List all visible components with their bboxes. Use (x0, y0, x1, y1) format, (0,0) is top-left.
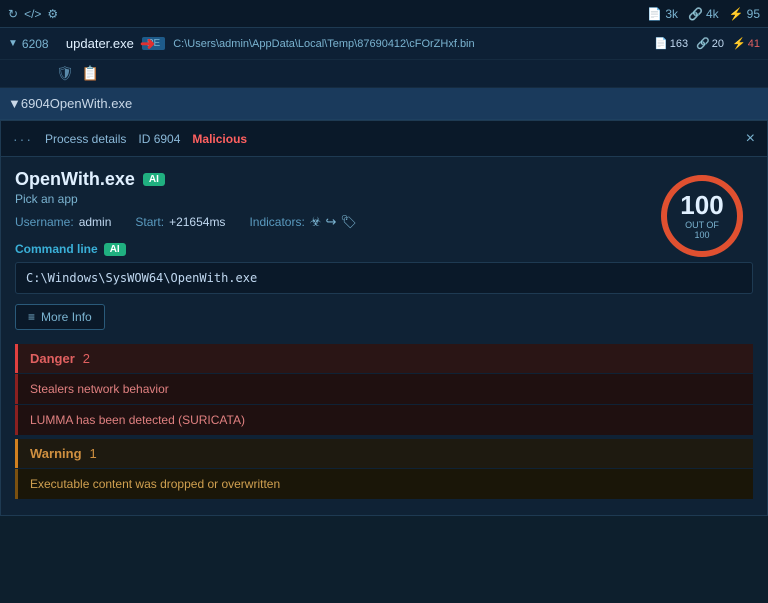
annotation-arrow: ➜ (140, 33, 155, 54)
start-item: Start: +21654ms (135, 215, 225, 229)
link-icon: 🔗 (688, 7, 703, 21)
score-circle: 100 OUT OF 100 (657, 171, 747, 261)
process2-pid: 6904 (21, 96, 50, 111)
indicators-item: Indicators: ☣ ↪ 🏷 (249, 214, 356, 230)
score-circle-container: 100 OUT OF 100 (657, 171, 747, 261)
pick-app-label: Pick an app (15, 192, 753, 206)
process-pid: 6208 (22, 37, 58, 51)
command-line-label: Command line (15, 242, 98, 256)
command-line-value: C:\Windows\SysWOW64\OpenWith.exe (15, 262, 753, 294)
ai-badge-cmd: AI (104, 243, 126, 256)
panel-id: ID 6904 (138, 132, 180, 146)
bio-icon: ☣ (310, 214, 322, 230)
warning-count: 1 (90, 446, 97, 461)
file-icon-small: 📄 (654, 37, 668, 50)
indicators-icons: ☣ ↪ 🏷 (310, 214, 357, 230)
close-button[interactable]: × (746, 130, 755, 148)
conn-icon-small: 🔗 (696, 37, 710, 50)
collapse-arrow: ▼ (8, 38, 18, 49)
indicators-label: Indicators: (249, 215, 304, 229)
panel-body: 100 OUT OF 100 OpenWith.exe AI Pick an a… (1, 157, 767, 515)
danger-item-1: Stealers network behavior (15, 374, 753, 404)
process-icons-row: 🛡 📋 (0, 60, 768, 88)
warning-section: Warning 1 Executable content was dropped… (15, 439, 753, 499)
danger-section: Danger 2 Stealers network behavior LUMMA… (15, 344, 753, 435)
stat-alerts: ⚡ 41 (732, 37, 760, 50)
process-name-row: OpenWith.exe AI (15, 169, 753, 190)
alert-icon-small: ⚡ (732, 37, 746, 50)
more-info-button[interactable]: ≡ More Info (15, 304, 105, 330)
process-name: updater.exe (66, 36, 134, 51)
ai-badge-name: AI (143, 173, 165, 186)
danger-header: Danger 2 (15, 344, 753, 373)
process2-name: OpenWith.exe (50, 96, 132, 111)
username-item: Username: admin (15, 215, 111, 229)
score-inner: 100 OUT OF 100 (680, 192, 725, 240)
warning-header: Warning 1 (15, 439, 753, 468)
stat-3k: 📄 3k (647, 7, 678, 21)
process-icon-1[interactable]: 🛡 (56, 65, 74, 82)
process-row-openwith[interactable]: ▼ 6904 OpenWith.exe (0, 88, 768, 120)
top-bar-stats: 📄 3k 🔗 4k ⚡ 95 (647, 7, 760, 21)
bolt-icon: ⚡ (729, 7, 744, 21)
more-info-label: More Info (41, 310, 92, 324)
process-name-big: OpenWith.exe (15, 169, 135, 190)
stat-95: ⚡ 95 (729, 7, 760, 21)
warning-item-1: Executable content was dropped or overwr… (15, 469, 753, 499)
file-icon: 📄 (647, 7, 662, 21)
arrow-icon-indicator: ↪ (325, 214, 336, 230)
dots-menu[interactable]: ··· (13, 131, 33, 147)
process-row-stats: 📄 163 🔗 20 ⚡ 41 (654, 37, 760, 50)
start-value: +21654ms (169, 215, 225, 229)
process-row-updater[interactable]: ▼ 6208 updater.exe PE C:\Users\admin\App… (0, 28, 768, 60)
stat-connections: 🔗 20 (696, 37, 724, 50)
panel-status: Malicious (192, 132, 247, 146)
score-out-of: OUT OF 100 (680, 220, 725, 240)
info-row: Username: admin Start: +21654ms Indicato… (15, 214, 753, 230)
username-value: admin (79, 215, 112, 229)
settings-icon[interactable]: ⚙ (47, 7, 58, 21)
command-line-section: Command line AI (15, 242, 753, 256)
danger-item-2: LUMMA has been detected (SURICATA) (15, 405, 753, 435)
start-label: Start: (135, 215, 164, 229)
panel-header: ··· Process details ID 6904 Malicious × (1, 121, 767, 157)
process-icon-2[interactable]: 📋 (82, 65, 99, 82)
top-bar-icons: ↻ </> ⚙ (8, 7, 58, 21)
username-label: Username: (15, 215, 74, 229)
danger-title: Danger (30, 351, 75, 366)
more-info-icon: ≡ (28, 310, 35, 324)
top-bar: ↻ </> ⚙ 📄 3k 🔗 4k ⚡ 95 (0, 0, 768, 28)
process-path: C:\Users\admin\AppData\Local\Temp\876904… (173, 38, 646, 50)
tag-icon: 🏷 (340, 214, 357, 230)
stat-4k: 🔗 4k (688, 7, 719, 21)
panel-title-label: Process details (45, 132, 126, 146)
code-icon[interactable]: </> (24, 7, 41, 21)
refresh-icon[interactable]: ↻ (8, 7, 18, 21)
warning-title: Warning (30, 446, 82, 461)
stat-files: 📄 163 (654, 37, 688, 50)
danger-count: 2 (83, 351, 90, 366)
collapse-arrow-2: ▼ (8, 96, 21, 111)
detail-panel: ··· Process details ID 6904 Malicious × … (0, 120, 768, 516)
panel-header-left: ··· Process details ID 6904 Malicious (13, 131, 247, 147)
score-value: 100 (680, 192, 725, 218)
